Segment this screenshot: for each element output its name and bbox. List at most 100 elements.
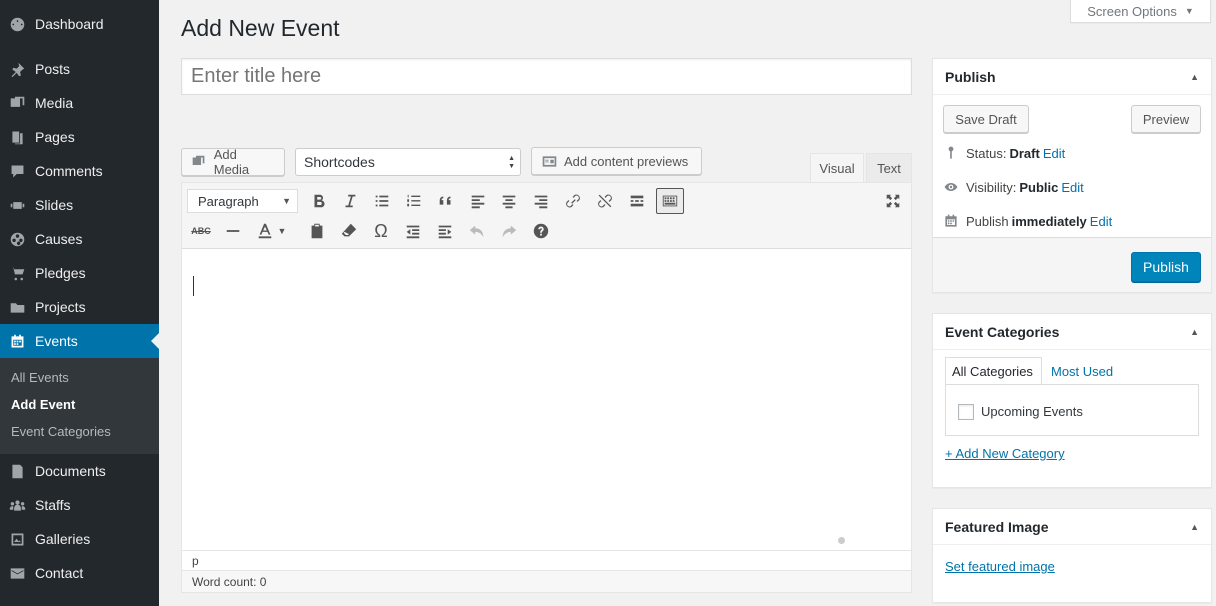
menu-item-causes[interactable]: Causes [0, 222, 159, 256]
menu-item-galleries[interactable]: Galleries [0, 522, 159, 556]
clear-formatting-icon[interactable] [335, 218, 363, 244]
menu-item-documents[interactable]: Documents [0, 454, 159, 488]
event-categories-header[interactable]: Event Categories ▲ [933, 314, 1211, 350]
align-right-icon[interactable] [527, 188, 555, 214]
cart-icon [8, 264, 26, 282]
schedule-row: Publish immediately Edit [943, 213, 1112, 229]
add-media-button[interactable]: Add Media [181, 147, 285, 177]
set-featured-image-link[interactable]: Set featured image [945, 559, 1055, 574]
format-select-label: Paragraph [198, 193, 259, 209]
media-icon [192, 155, 205, 165]
publish-box-header[interactable]: Publish ▲ [933, 59, 1211, 95]
menu-item-comments[interactable]: Comments [0, 154, 159, 188]
schedule-edit-link[interactable]: Edit [1090, 214, 1112, 229]
menu-item-events[interactable]: Events [0, 324, 159, 358]
visibility-row: Visibility: Public Edit [943, 179, 1084, 195]
redo-icon[interactable] [495, 218, 523, 244]
blockquote-icon[interactable] [432, 188, 460, 214]
publish-label: Publish [966, 213, 1009, 229]
add-new-category-link[interactable]: + Add New Category [945, 446, 1065, 461]
screen-options-button[interactable]: Screen Options ▼ [1070, 0, 1211, 23]
slides-icon [8, 196, 26, 214]
publish-box: Publish ▲ Save Draft Preview Status: Dra… [932, 58, 1212, 293]
document-icon [8, 462, 26, 480]
menu-item-dashboard[interactable]: Dashboard [0, 7, 159, 41]
pin-icon [948, 146, 954, 159]
horizontal-line-icon[interactable] [219, 218, 247, 244]
toolbar-toggle-icon[interactable] [656, 188, 684, 214]
collapse-arrow-icon[interactable]: ▲ [1190, 522, 1199, 532]
submenu-add-event[interactable]: Add Event [11, 397, 75, 412]
content-editor[interactable]: Paragraph ▼ ABC ▼ Ω p Word count: 0 [181, 182, 912, 593]
numbered-list-icon[interactable] [400, 188, 428, 214]
collapse-arrow-icon[interactable]: ▲ [1190, 72, 1199, 82]
upcoming-events-checkbox[interactable] [958, 404, 974, 420]
paste-text-icon[interactable] [303, 218, 331, 244]
menu-item-projects[interactable]: Projects [0, 290, 159, 324]
preview-icon [542, 155, 557, 167]
publish-button[interactable]: Publish [1131, 252, 1201, 282]
visibility-edit-link[interactable]: Edit [1061, 180, 1083, 195]
undo-icon[interactable] [463, 218, 491, 244]
save-draft-button[interactable]: Save Draft [943, 105, 1029, 133]
menu-item-staffs[interactable]: Staffs [0, 488, 159, 522]
menu-item-contact[interactable]: Contact [0, 556, 159, 590]
menu-label-galleries: Galleries [35, 531, 91, 547]
menu-label-posts: Posts [35, 61, 71, 77]
special-character-icon[interactable]: Ω [367, 218, 395, 244]
outdent-icon[interactable] [399, 218, 427, 244]
tab-most-used[interactable]: Most Used [1045, 357, 1119, 385]
event-categories-title: Event Categories [945, 323, 1060, 340]
read-more-icon[interactable] [623, 188, 651, 214]
word-count: Word count: 0 [182, 570, 911, 592]
menu-label-dashboard: Dashboard [35, 16, 104, 32]
menu-item-slides[interactable]: Slides [0, 188, 159, 222]
indent-icon[interactable] [431, 218, 459, 244]
menu-item-media[interactable]: Media [0, 86, 159, 120]
link-icon[interactable] [559, 188, 587, 214]
add-content-previews-button[interactable]: Add content previews [531, 147, 702, 175]
strikethrough-icon[interactable]: ABC [187, 218, 215, 244]
menu-item-pages[interactable]: Pages [0, 120, 159, 154]
unlink-icon[interactable] [591, 188, 619, 214]
tab-visual[interactable]: Visual [810, 153, 864, 183]
bold-icon[interactable] [305, 188, 333, 214]
caret-down-icon: ▼ [282, 196, 291, 206]
editor-toolbar: Paragraph ▼ ABC ▼ Ω [182, 183, 911, 249]
shortcodes-label: Shortcodes [304, 154, 375, 170]
status-value: Draft [1009, 145, 1040, 161]
menu-item-posts[interactable]: Posts [0, 52, 159, 86]
tab-all-categories[interactable]: All Categories [945, 357, 1042, 385]
status-edit-link[interactable]: Edit [1043, 146, 1065, 161]
format-select[interactable]: Paragraph ▼ [187, 189, 298, 213]
admin-sidebar: Dashboard Posts Media Pages Comments Sli… [0, 0, 159, 606]
email-icon [8, 564, 26, 582]
preview-button[interactable]: Preview [1131, 105, 1201, 133]
menu-label-events: Events [35, 333, 78, 349]
text-color-dropdown-icon[interactable]: ▼ [275, 218, 289, 244]
submenu-event-categories[interactable]: Event Categories [11, 424, 111, 439]
italic-icon[interactable] [336, 188, 364, 214]
pin-icon [8, 60, 26, 78]
title-input[interactable] [181, 58, 912, 95]
help-icon[interactable] [527, 218, 555, 244]
submenu-all-events[interactable]: All Events [11, 370, 69, 385]
menu-item-pledges[interactable]: Pledges [0, 256, 159, 290]
pages-icon [8, 128, 26, 146]
featured-image-header[interactable]: Featured Image ▲ [933, 509, 1211, 545]
align-center-icon[interactable] [495, 188, 523, 214]
collapse-arrow-icon[interactable]: ▲ [1190, 327, 1199, 337]
events-submenu: All Events Add Event Event Categories [0, 358, 159, 454]
groups-icon [8, 496, 26, 514]
dashboard-icon [8, 15, 26, 33]
gallery-icon [8, 530, 26, 548]
shortcodes-select[interactable]: Shortcodes ▲ ▼ [295, 148, 521, 176]
select-arrows-icon: ▲ ▼ [508, 155, 515, 170]
fullscreen-icon[interactable] [879, 188, 907, 214]
bulleted-list-icon[interactable] [368, 188, 396, 214]
visibility-label: Visibility: [966, 179, 1017, 195]
resize-handle[interactable] [838, 537, 845, 544]
tab-text[interactable]: Text [866, 153, 912, 183]
featured-image-box: Featured Image ▲ Set featured image [932, 508, 1212, 603]
align-left-icon[interactable] [464, 188, 492, 214]
